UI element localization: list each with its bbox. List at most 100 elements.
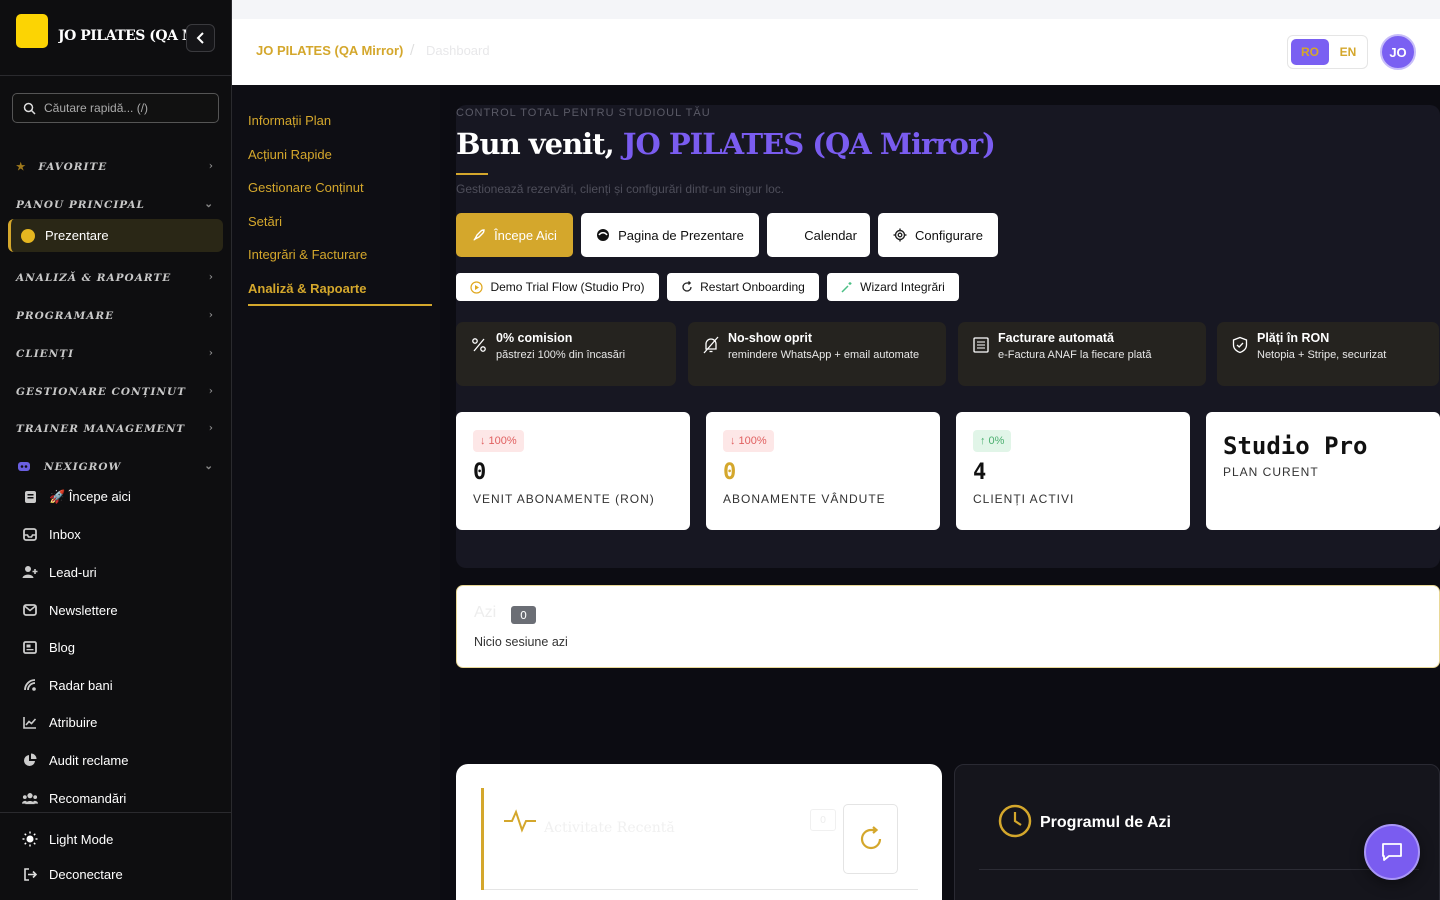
activity-title: Activitate Recentă [544,820,675,836]
today-schedule-card: Programul de Azi [954,764,1440,900]
language-switcher: RO EN [1287,35,1368,69]
accent-bar [481,788,484,890]
pie-chart-icon [22,752,38,768]
light-mode-toggle[interactable]: Light Mode [22,828,222,850]
sidebar-item-newslettere[interactable]: Newslettere [22,599,222,621]
configure-button[interactable]: Configurare [878,213,998,257]
stat-value: 0 [473,460,487,485]
lang-ro-button[interactable]: RO [1291,39,1329,65]
sidebar-item-prezentare[interactable]: Prezentare [8,219,223,252]
chevron-right-icon: › [208,347,214,359]
chevron-down-icon: ⌄ [204,460,214,472]
section-gestionare-continut[interactable]: GESTIONARE CONȚINUT › [16,382,216,402]
stat-value: 0 [723,460,737,485]
welcome-studio-name: JO PILATES (QA Mirror) [622,127,996,161]
collapse-sidebar-button[interactable] [186,24,215,52]
wizard-integrations-button[interactable]: Wizard Integrări [827,273,959,301]
section-panou-principal[interactable]: PANOU PRINCIPAL ⌄ [16,195,216,215]
restart-onboarding-button[interactable]: Restart Onboarding [667,273,819,301]
trend-badge: ↓ 100% [473,430,524,452]
section-trainer-management[interactable]: TRAINER MANAGEMENT › [16,419,216,439]
section-programare[interactable]: PROGRAMARE › [16,306,216,326]
calendar-button[interactable]: Calendar [767,213,870,257]
section-favorite[interactable]: ★ FAVORITE › [16,157,216,177]
logout-label: Deconectare [49,866,123,882]
sidebar-item-label: Prezentare [45,228,109,243]
page-section-nav: Informații Plan Acțiuni Rapide Gestionar… [232,85,440,900]
sidebar-item-recomandari[interactable]: Recomandări [22,787,222,809]
sidebar-item-label: Lead-uri [49,564,97,580]
refresh-activity-button[interactable] [843,804,898,874]
stat-value: 4 [973,460,987,485]
logout-button[interactable]: Deconectare [22,863,222,885]
sidebar-item-blog[interactable]: Blog [22,636,222,658]
breadcrumb-studio[interactable]: JO PILATES (QA Mirror) [256,43,403,58]
stat-card-current-plan: Studio Pro PLAN CURENT [1206,412,1440,530]
stat-label: VENIT ABONAMENTE (RON) [473,492,655,506]
studio-logo[interactable] [16,14,48,48]
rocket-icon [473,229,485,241]
sidebar-item-audit-reclame[interactable]: Audit reclame [22,749,222,771]
restart-onboarding-label: Restart Onboarding [700,280,805,294]
sidebar-item-label: 🚀 Începe aici [49,489,131,504]
sidebar-item-radar-bani[interactable]: Radar bani [22,674,222,696]
start-here-label: Începe Aici [494,227,557,243]
stat-card-revenue: ↓ 100% 0 VENIT ABONAMENTE (RON) [456,412,690,530]
main-content: CONTROL TOTAL PENTRU STUDIOUL TĂU Bun ve… [440,85,1440,900]
subnav-integrari-facturare[interactable]: Integrări & Facturare [248,247,367,262]
chevron-right-icon: › [208,422,214,434]
subnav-analiza-rapoarte[interactable]: Analiză & Rapoarte [248,281,366,296]
chevron-down-icon: ⌄ [204,198,214,210]
sidebar-item-inbox[interactable]: Inbox [22,523,222,545]
subnav-gestionare-continut[interactable]: Gestionare Conținut [248,180,364,195]
magic-wand-icon [841,282,852,293]
subnav-informatii-plan[interactable]: Informații Plan [248,113,331,128]
mail-stack-icon [22,602,38,618]
user-avatar[interactable]: JO [1380,34,1416,70]
section-analiza[interactable]: ANALIZĂ & RAPOARTE › [16,268,216,288]
book-icon [22,489,38,505]
section-nexigrow[interactable]: NEXIGROW ⌄ [16,457,216,477]
divider [484,889,918,890]
presentation-page-label: Pagina de Prezentare [618,227,744,243]
feature-card-no-show: No-show oprit remindere WhatsApp + email… [688,322,946,386]
sidebar-item-label: Radar bani [49,677,113,693]
studio-name: JO PILATES (QA Mirror) [58,28,186,44]
inbox-icon [22,526,38,542]
subnav-setari[interactable]: Setări [248,214,282,229]
play-circle-icon [470,280,484,294]
lang-en-button[interactable]: EN [1333,39,1363,65]
sidebar-item-lead-uri[interactable]: Lead-uri [22,561,222,583]
start-here-button[interactable]: Începe Aici [456,213,573,257]
sidebar-item-label: Audit reclame [49,752,129,768]
section-clienti[interactable]: CLIENȚI › [16,344,216,364]
activity-count-badge: 0 [810,809,836,831]
search-input[interactable] [44,101,204,115]
chevron-right-icon: › [208,309,214,321]
chevron-right-icon: › [208,160,214,172]
chat-bubble-icon [1382,843,1402,861]
sidebar-item-label: Inbox [49,526,81,542]
feature-title: Plăți în RON [1257,331,1330,345]
plan-label: PLAN CURENT [1223,465,1319,479]
subnav-actiuni-rapide[interactable]: Acțiuni Rapide [248,147,332,162]
sun-icon [22,831,38,847]
receipt-icon [973,337,989,353]
demo-trial-flow-button[interactable]: Demo Trial Flow (Studio Pro) [456,273,659,301]
sidebar-item-label: Newslettere [49,602,118,618]
sidebar-item-atribuire[interactable]: Atribuire [22,711,222,733]
hero-eyebrow: CONTROL TOTAL PENTRU STUDIOUL TĂU [456,107,711,119]
today-sessions-card: Azi 0 Nicio sesiune azi [456,585,1440,668]
divider [979,869,1419,870]
activity-pulse-icon [504,809,536,833]
presentation-page-button[interactable]: Pagina de Prezentare [581,213,759,257]
trend-badge: ↑ 0% [973,430,1012,452]
section-panou-label: PANOU PRINCIPAL [16,199,145,211]
gear-icon [893,228,907,242]
hero-subtitle: Gestionează rezervări, clienți și config… [456,182,785,196]
quick-search[interactable] [12,93,219,123]
page-title: Bun venit, JO PILATES (QA Mirror) [456,127,996,161]
sidebar-item-incepe-aici[interactable]: 🚀 Începe aici [22,486,222,508]
calendar-label: Calendar [804,227,857,243]
chat-button[interactable] [1364,824,1420,880]
